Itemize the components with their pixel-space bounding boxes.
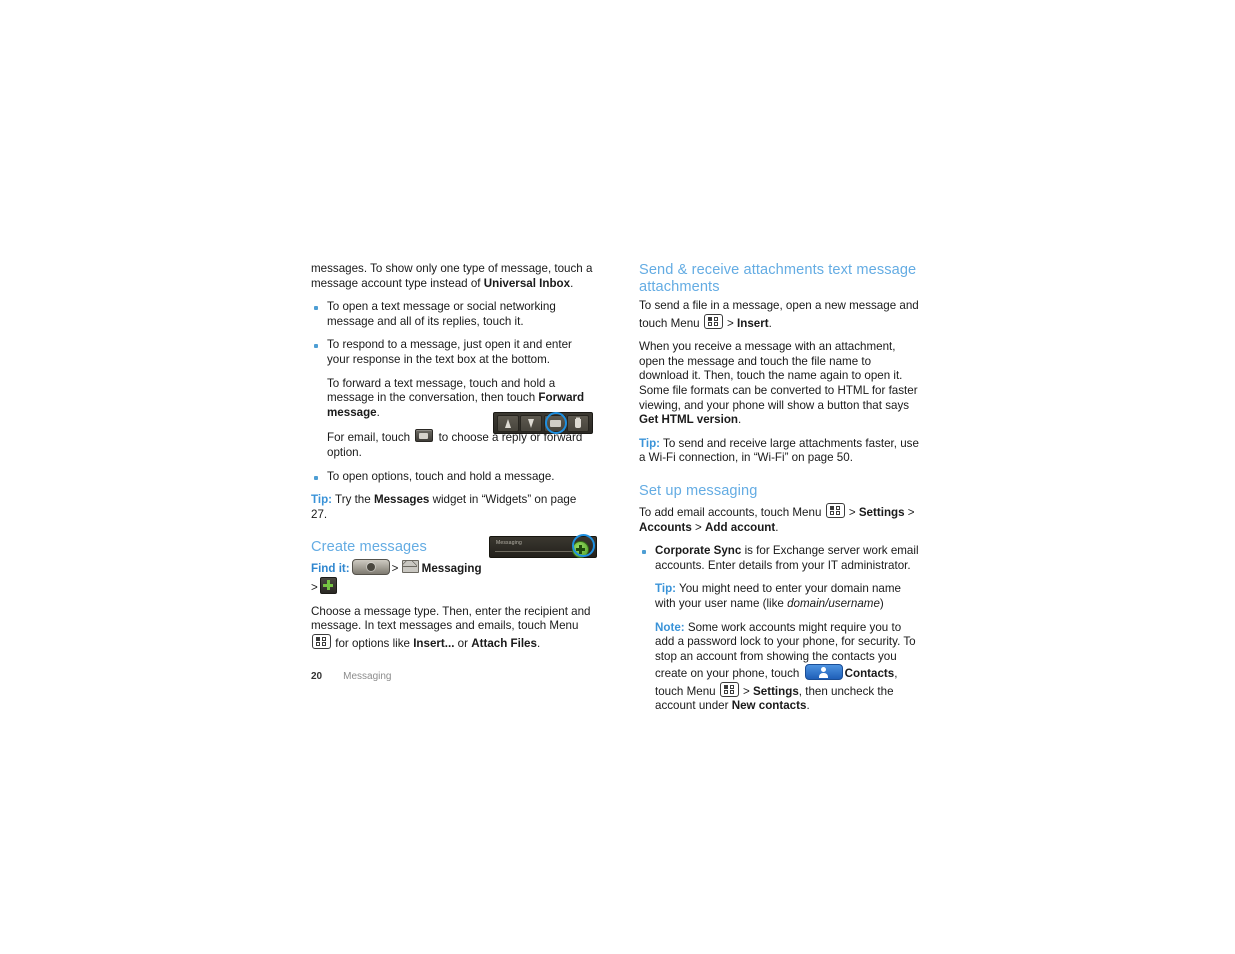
menu-key-icon [719,681,739,697]
setup-bold-settings: Settings [858,505,905,519]
up-arrow-icon[interactable] [496,414,519,432]
att2-text-before: When you receive a message with an attac… [639,340,918,412]
att1-text-before-menu: To send a file in a message, open a new … [639,299,919,330]
messaging-header-label: Messaging [496,540,522,546]
body-text-before-menu: Choose a message type. Then, enter the r… [311,604,591,633]
create-messages-body: Choose a message type. Then, enter the r… [311,605,594,652]
list-item: Corporate Sync is for Exchange server wo… [639,544,922,573]
tip-text: To send and receive large attachments fa… [639,436,919,465]
att2-bold-term: Get HTML version [639,413,738,427]
tip-widget-paragraph: Tip: Try the Messages widget in “Widgets… [311,493,594,522]
left-bullet-list-2: To open options, touch and hold a messag… [311,470,594,485]
email-action-toolbar [493,412,593,434]
attachments-para-1: To send a file in a message, open a new … [639,299,922,331]
bullet-bold-term: Corporate Sync [655,544,742,558]
body-bold-insert: Insert... [413,636,455,650]
right-column: Send & receive attachments text message … [639,262,922,723]
note-chip-label: Contacts [844,667,895,681]
att1-text-after-menu: > [723,316,738,330]
user-guide-page: messages. To show only one type of messa… [0,0,1235,954]
tip-label: Tip: [655,582,677,596]
tip-bold-term: Messages [373,493,430,507]
header-divider [495,551,573,552]
tip-label: Tip: [639,436,661,450]
body-end: . [536,636,541,650]
body-text-after-menu: for options like [332,636,414,650]
note-text-after-menu: > [739,684,754,698]
attachments-para-2: When you receive a message with an attac… [639,340,922,428]
tip-italic-term: domain/username [787,596,880,610]
forward-text-before: To forward a text message, touch and hol… [327,376,556,405]
intro-paragraph: messages. To show only one type of messa… [311,262,594,291]
email-reply-paragraph: For email, touch to choose a reply or fo… [311,429,594,460]
menu-key-icon [825,502,845,518]
note-end: . [806,699,810,713]
menu-key-icon [312,633,331,649]
att2-text-after: . [738,413,742,427]
page-footer: 20 Messaging [311,671,391,682]
find-it-separator-2: > [311,580,318,594]
setup-text-before-menu: To add email accounts, touch Menu [639,505,825,519]
new-message-plus-icon [319,576,337,594]
setup-bold-add-account: Add account [705,520,776,534]
page-number: 20 [311,671,323,682]
bullet-text: To respond to a message, just open it an… [327,338,572,366]
bullet-text: To open options, touch and hold a messag… [327,469,555,483]
setup-sep-1: > [904,505,915,519]
forward-text-after: . [376,405,380,419]
section-heading-attachments: Send & receive attachments text message … [639,262,917,295]
tip-label: Tip: [311,493,333,507]
find-it-path: Find it: > Messaging > [311,559,594,595]
setup-end: . [775,520,779,534]
down-arrow-icon[interactable] [520,414,543,432]
note-label: Note: [655,620,685,634]
setup-text-after-menu: > [845,505,859,519]
find-it-separator-1: > [391,562,399,576]
setup-bold-accounts: Accounts [639,520,692,534]
email-text-before: For email, touch [327,431,414,445]
envelope-icon [401,560,419,574]
note-bold-new-contacts: New contacts [731,699,807,713]
find-it-app-name: Messaging [421,562,482,576]
email-key-icon [415,429,434,443]
bullet-text: To open a text message or social network… [327,300,556,328]
list-item: To respond to a message, just open it an… [311,338,594,367]
tip-text-before: Try the [332,493,374,507]
set-up-tip: Tip: You might need to enter your domain… [639,582,922,611]
intro-bold-term: Universal Inbox [483,276,571,290]
list-item: To open a text message or social network… [311,300,594,329]
intro-text-after: . [570,276,574,290]
attachments-tip: Tip: To send and receive large attachmen… [639,437,922,466]
body-bold-attach: Attach Files [471,636,537,650]
body-mid: or [454,636,472,650]
section-heading-set-up-messaging: Set up messaging [639,482,758,499]
note-bold-settings: Settings [753,684,799,698]
right-bullet-list: Corporate Sync is for Exchange server wo… [639,544,922,573]
set-up-note: Note: Some work accounts might require y… [639,621,922,715]
menu-key-icon [703,313,723,329]
set-up-intro: To add email accounts, touch Menu > Sett… [639,502,922,535]
att1-bold-insert: Insert [737,316,769,330]
att1-end: . [768,316,772,330]
highlight-ring-envelope [545,412,567,434]
left-bullet-list: To open a text message or social network… [311,300,594,367]
highlight-ring-plus [572,534,595,557]
trash-icon[interactable] [567,414,590,432]
launcher-key-icon [351,559,390,576]
contacts-chip-icon [804,664,843,681]
setup-sep-2: > [691,520,706,534]
footer-section-label: Messaging [343,671,392,682]
list-item: To open options, touch and hold a messag… [311,470,594,485]
left-column: messages. To show only one type of messa… [311,262,594,660]
tip-text-after-italic: ) [879,596,884,610]
find-it-label: Find it: [311,562,350,576]
